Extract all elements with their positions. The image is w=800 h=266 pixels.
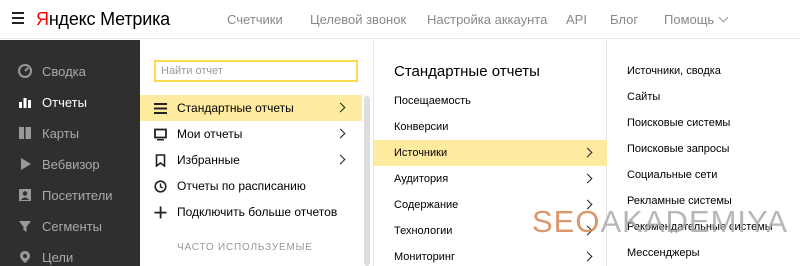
report-category-label: Аудитория	[394, 173, 449, 185]
report-category-conversions[interactable]: Конверсии	[374, 114, 607, 140]
report-link[interactable]: Источники, сводка	[608, 58, 800, 84]
filter-icon	[18, 219, 32, 233]
sidebar-item-visitors[interactable]: Посетители	[0, 182, 140, 208]
sidebar-item-webvisor[interactable]: Вебвизор	[0, 151, 140, 177]
sidebar-item-goals[interactable]: Цели	[0, 244, 140, 266]
menu-item-label: Мои отчеты	[177, 127, 243, 141]
menu-item-connect-reports[interactable]: Подключить больше отчетов	[140, 199, 362, 225]
report-link-label: Источники, сводка	[627, 65, 721, 77]
report-link[interactable]: Поисковые запросы	[608, 136, 800, 162]
report-link-label: Поисковые запросы	[627, 143, 730, 155]
visitors-icon	[18, 188, 32, 202]
sidebar-item-reports[interactable]: Отчеты	[0, 89, 140, 115]
menu-item-label: Подключить больше отчетов	[177, 205, 338, 219]
report-link[interactable]: Поисковые системы	[608, 110, 800, 136]
clock-icon	[154, 179, 167, 193]
report-category-label: Посещаемость	[394, 95, 471, 107]
menu-item-label: Избранные	[177, 153, 240, 167]
nav-account-settings[interactable]: Настройка аккаунта	[427, 12, 547, 27]
report-category-label: Мониторинг	[394, 251, 456, 263]
report-category-label: Содержание	[394, 199, 459, 211]
sidebar-item-label: Отчеты	[42, 94, 87, 110]
reports-menu: Стандартные отчеты Мои отчеты Избранные …	[140, 40, 372, 266]
sidebar-item-label: Посетители	[42, 187, 113, 203]
report-link[interactable]: Социальные сети	[608, 162, 800, 188]
logo-letter: Я	[36, 9, 49, 29]
nav-blog[interactable]: Блог	[610, 12, 638, 27]
report-link[interactable]: Мессенджеры	[608, 240, 800, 266]
menu-item-label: Стандартные отчеты	[177, 101, 294, 115]
sidebar-item-segments[interactable]: Сегменты	[0, 213, 140, 239]
sidebar-item-summary[interactable]: Сводка	[0, 58, 140, 84]
list-icon	[154, 102, 167, 115]
report-category-attendance[interactable]: Посещаемость	[374, 88, 607, 114]
sidebar-item-label: Сегменты	[42, 218, 103, 234]
main-sidebar: Сводка Отчеты Карты Вебвизор Посетители …	[0, 40, 140, 266]
report-category-audience[interactable]: Аудитория	[374, 166, 607, 192]
menu-item-favorites[interactable]: Избранные	[140, 147, 362, 173]
report-category-label: Технологии	[394, 225, 453, 237]
bookmark-icon	[154, 153, 167, 167]
play-icon	[18, 157, 32, 171]
menu-scrollbar[interactable]	[364, 96, 370, 266]
chevron-right-icon	[582, 147, 593, 158]
sidebar-item-label: Цели	[42, 249, 74, 265]
nav-target-call[interactable]: Целевой звонок	[310, 12, 406, 27]
menu-item-my-reports[interactable]: Мои отчеты	[140, 121, 362, 147]
report-link-label: Поисковые системы	[627, 117, 731, 129]
sidebar-item-label: Карты	[42, 125, 80, 141]
chevron-right-icon	[335, 154, 346, 165]
logo-text: ндекс Метрика	[48, 9, 170, 29]
plus-icon	[154, 206, 167, 219]
nav-counters[interactable]: Счетчики	[227, 12, 283, 27]
standard-reports-title: Стандартные отчеты	[394, 63, 540, 80]
report-link-label: Сайты	[627, 91, 661, 103]
frequently-used-heading: ЧАСТО ИСПОЛЬЗУЕМЫЕ	[177, 242, 313, 253]
report-category-label: Источники	[394, 147, 448, 159]
nav-api[interactable]: API	[566, 12, 587, 27]
chevron-right-icon	[335, 102, 346, 113]
report-link-label: Мессенджеры	[627, 247, 700, 259]
watermark-part2: AKADEMIYA	[600, 204, 789, 239]
dashboard-icon	[18, 64, 32, 78]
chevron-right-icon	[582, 251, 593, 262]
sidebar-item-label: Сводка	[42, 63, 86, 79]
seoakademiya-watermark: SEOAKADEMIYA	[532, 204, 788, 240]
menu-item-label: Отчеты по расписанию	[177, 179, 306, 193]
chevron-right-icon	[335, 128, 346, 139]
report-link[interactable]: Сайты	[608, 84, 800, 110]
yandex-metrika-logo[interactable]: Яндекс Метрика	[36, 8, 170, 30]
target-icon	[18, 250, 32, 264]
report-category-monitoring[interactable]: Мониторинг	[374, 244, 607, 266]
chevron-down-icon	[718, 12, 729, 23]
nav-help-label: Помощь	[664, 12, 715, 27]
report-category-label: Конверсии	[394, 121, 449, 133]
sidebar-item-label: Вебвизор	[42, 156, 100, 172]
nav-help[interactable]: Помощь	[664, 12, 729, 27]
report-category-sources[interactable]: Источники	[374, 140, 607, 166]
report-link-label: Социальные сети	[627, 169, 718, 181]
menu-item-standard-reports[interactable]: Стандартные отчеты	[140, 95, 362, 121]
monitor-icon	[154, 128, 167, 141]
top-bar: Яндекс Метрика Счетчики Целевой звонок Н…	[0, 0, 800, 39]
menu-icon[interactable]	[12, 12, 24, 24]
map-icon	[18, 126, 32, 140]
sidebar-item-maps[interactable]: Карты	[0, 120, 140, 146]
bar-chart-icon	[18, 95, 32, 109]
watermark-part1: SEO	[532, 204, 601, 239]
menu-item-scheduled-reports[interactable]: Отчеты по расписанию	[140, 173, 362, 199]
report-search-input[interactable]	[154, 60, 358, 82]
chevron-right-icon	[582, 173, 593, 184]
